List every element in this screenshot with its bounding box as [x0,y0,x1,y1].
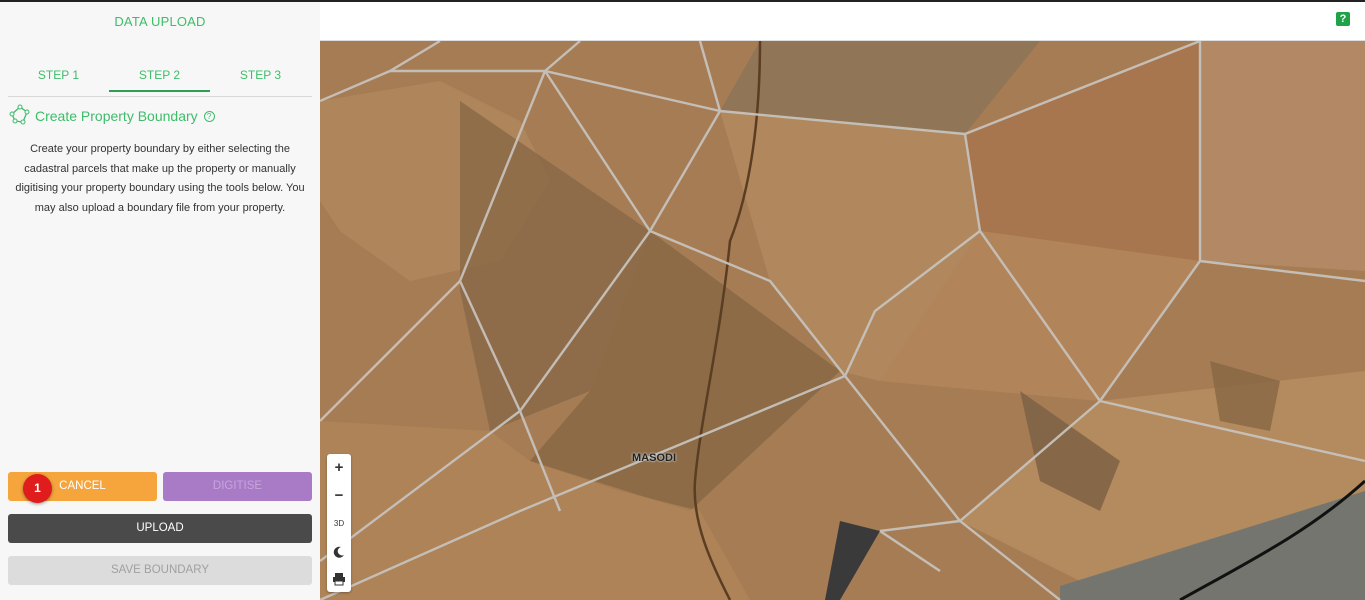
place-label: MASODI [632,452,676,464]
tab-step-3[interactable]: STEP 3 [210,60,311,90]
zoom-out-button[interactable]: − [327,482,351,509]
section-description: Create your property boundary by either … [15,143,305,214]
step-badge: 1 [23,474,52,503]
help-button[interactable]: ? [1336,12,1350,26]
section-heading: Create Property Boundary ? [8,102,312,130]
section-title: Create Property Boundary [35,108,198,124]
zoom-in-button[interactable]: + [327,454,351,481]
create-boundary-section: Create Property Boundary ? Create your p… [8,102,312,218]
tab-step-1[interactable]: STEP 1 [8,60,109,90]
three-d-toggle[interactable]: 3D [327,510,351,537]
night-mode-button[interactable] [327,538,351,565]
save-boundary-button[interactable]: SAVE BOUNDARY [8,556,312,585]
map-view[interactable]: MASODI + − 3D [320,41,1365,600]
digitise-button[interactable]: DIGITISE [163,472,312,501]
tab-step-2[interactable]: STEP 2 [109,60,210,92]
print-button[interactable] [327,565,351,592]
printer-icon [332,570,346,587]
data-upload-panel: DATA UPLOAD STEP 1 STEP 2 STEP 3 Create … [0,2,320,600]
moon-icon [332,543,346,560]
info-icon[interactable]: ? [203,110,215,122]
panel-title: DATA UPLOAD [114,14,206,29]
polygon-icon [8,104,35,129]
step-tabs: STEP 1 STEP 2 STEP 3 [8,52,312,97]
upload-button[interactable]: UPLOAD [8,514,312,543]
top-bar: ? [320,2,1365,41]
map-canvas [320,41,1365,600]
map-controls: + − 3D [327,454,351,592]
